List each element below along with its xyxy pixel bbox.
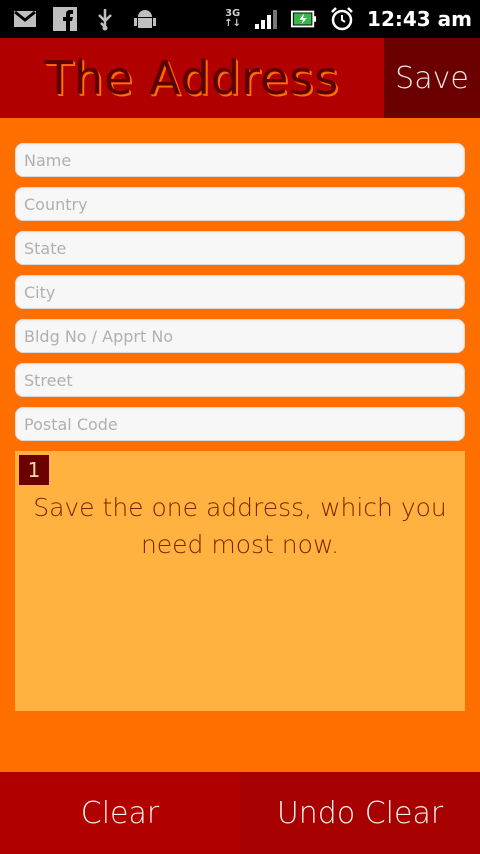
undo-clear-button[interactable]: Undo Clear	[240, 772, 480, 854]
usb-icon	[92, 6, 118, 32]
android-debug-icon	[132, 6, 158, 32]
signal-icon	[253, 6, 279, 32]
building-input[interactable]	[15, 319, 465, 353]
bottom-action-bar: Clear Undo Clear	[0, 772, 480, 854]
note-number-badge: 1	[19, 455, 49, 485]
facebook-icon	[52, 6, 78, 32]
save-button[interactable]: Save	[384, 38, 480, 118]
app-title-bar: The Address Save	[0, 38, 480, 118]
status-bar: 3G ↑↓ 12:43 am	[0, 0, 480, 38]
state-input[interactable]	[15, 231, 465, 265]
city-input[interactable]	[15, 275, 465, 309]
clear-button[interactable]: Clear	[0, 772, 240, 854]
3g-data-icon: 3G ↑↓	[224, 8, 242, 29]
battery-charging-icon	[291, 6, 317, 32]
app-title: The Address	[44, 51, 340, 105]
address-form	[15, 143, 465, 451]
clock-time: 12:43 am	[367, 7, 472, 31]
country-input[interactable]	[15, 187, 465, 221]
name-input[interactable]	[15, 143, 465, 177]
note-text: Save the one address, which you need mos…	[33, 493, 447, 559]
postal-code-input[interactable]	[15, 407, 465, 441]
street-input[interactable]	[15, 363, 465, 397]
gmail-icon	[12, 6, 38, 32]
note-card: 1 Save the one address, which you need m…	[15, 451, 465, 711]
alarm-icon	[329, 6, 355, 32]
